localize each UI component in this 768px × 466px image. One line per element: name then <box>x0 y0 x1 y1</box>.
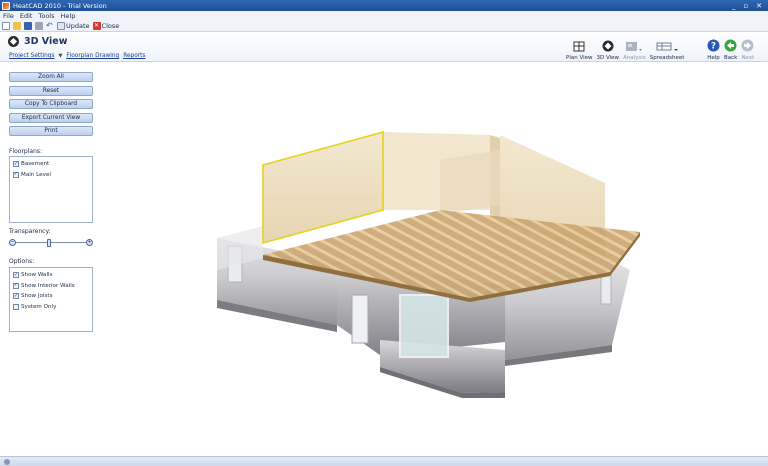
status-icon <box>4 459 10 465</box>
3d-viewport[interactable] <box>0 0 768 466</box>
status-bar <box>0 456 768 466</box>
